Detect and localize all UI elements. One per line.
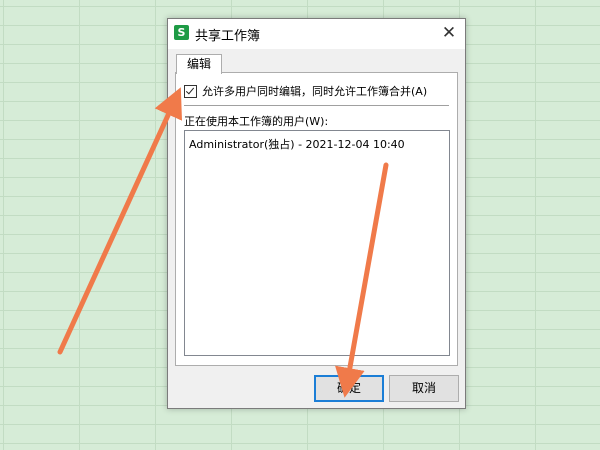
users-list[interactable]: Administrator(独占) - 2021-12-04 10:40 [184,130,450,356]
list-item[interactable]: Administrator(独占) - 2021-12-04 10:40 [189,136,405,152]
allow-multi-user-checkbox[interactable] [184,84,197,98]
allow-multi-user-label[interactable]: 允许多用户同时编辑，同时允许工作簿合并(A) [202,83,427,99]
dialog-titlebar: S 共享工作簿 ✕ [168,19,465,49]
dialog-title: 共享工作簿 [195,29,261,44]
separator [184,105,449,106]
arrow-to-checkbox [57,87,183,355]
tab-edit[interactable]: 编辑 [176,54,222,74]
share-workbook-dialog: S 共享工作簿 ✕ 编辑 允许多用户同时编辑，同时允许工作簿合并(A) 正在使用… [167,18,466,409]
wps-sheet-app-icon: S [174,25,189,40]
checkmark-icon [185,85,195,94]
users-list-label: 正在使用本工作簿的用户(W): [184,115,329,128]
close-icon[interactable]: ✕ [437,22,461,44]
tab-panel-edit: 允许多用户同时编辑，同时允许工作簿合并(A) 正在使用本工作簿的用户(W): A… [175,72,458,366]
cancel-button[interactable]: 取消 [389,375,459,402]
ok-button[interactable]: 确定 [314,375,384,402]
allow-multi-user-option[interactable]: 允许多用户同时编辑，同时允许工作簿合并(A) [184,83,427,99]
